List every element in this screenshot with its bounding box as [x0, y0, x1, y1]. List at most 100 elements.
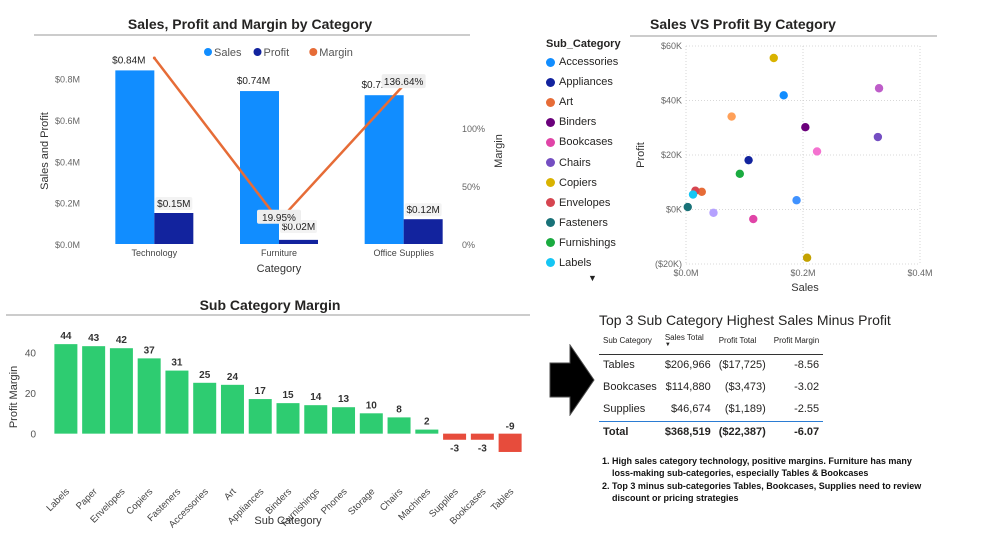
margin-bar — [415, 429, 439, 434]
scatter-point-chairs — [873, 132, 883, 142]
legend-dot-icon — [546, 97, 555, 107]
legend-item-art[interactable]: Art — [546, 92, 638, 112]
legend-item-label: Fasteners — [559, 216, 608, 229]
legend-item-label: Bookcases — [559, 136, 613, 149]
y-tick-label: $60K — [661, 41, 682, 51]
legend-item-envelopes[interactable]: Envelopes — [546, 193, 638, 213]
column-header-profit-total[interactable]: Profit Total — [714, 330, 770, 355]
y-tick-label: $0.0M — [55, 240, 80, 250]
scatter-point-phones — [874, 84, 884, 93]
y-axis-title: Profit Margin — [8, 366, 20, 428]
table-row[interactable]: Supplies $46,674 ($1,189) -2.55 — [599, 399, 823, 422]
bar-data-label: 42 — [116, 335, 128, 346]
legend-item-fasteners[interactable]: Fasteners — [546, 213, 638, 233]
sort-descending-icon[interactable]: ▼ — [665, 342, 711, 348]
legend-dot-icon — [546, 117, 555, 127]
bar-data-label: -9 — [506, 422, 515, 433]
bar-data-label: 24 — [227, 372, 239, 383]
legend-item-copiers[interactable]: Copiers — [546, 173, 638, 193]
bar-data-label: -3 — [450, 444, 459, 455]
legend-item-furnishings[interactable]: Furnishings — [546, 233, 638, 253]
legend-item-bookcases[interactable]: Bookcases — [546, 132, 638, 152]
x-tick-label: Furniture — [261, 248, 297, 258]
legend-dot-icon — [546, 218, 555, 228]
scatter-point-machines — [792, 196, 801, 205]
x-tick-label: Storage — [346, 486, 377, 517]
legend-dot-icon — [546, 178, 555, 188]
column-header-sales-total[interactable]: Sales Total ▼ — [660, 330, 715, 355]
legend-dot-icon — [546, 57, 555, 67]
margin-bar — [82, 346, 106, 434]
sales-bar — [115, 70, 155, 245]
column-header-profit-margin[interactable]: Profit Margin — [769, 330, 824, 355]
subcategory-margin-chart[interactable]: 02040Profit Margin44Labels43Paper42Envel… — [0, 310, 540, 557]
scatter-point-accessories — [779, 91, 788, 100]
legend-item-label: Art — [559, 96, 574, 109]
y-tick-label: $0.2M — [55, 199, 80, 209]
legend-dot-icon — [546, 198, 555, 208]
y-tick-label: 0 — [30, 430, 36, 441]
y-tick-label: $0.4M — [55, 157, 80, 167]
table-cell: ($3,473) — [724, 381, 766, 393]
scatter-point-furnishings — [735, 169, 745, 179]
bar-data-label: 13 — [338, 394, 350, 405]
profit-data-label: $0.12M — [406, 205, 439, 216]
profit-bar — [279, 239, 318, 244]
top3-table-title: Top 3 Sub Category Highest Sales Minus P… — [599, 312, 891, 328]
legend-item-appliances[interactable]: Appliances — [546, 72, 638, 92]
y-tick-label: $0K — [666, 205, 682, 215]
sales-data-label: $0.74M — [237, 76, 270, 87]
table-total-row: Total $368,519 ($22,387) -6.07 — [599, 421, 824, 444]
legend-item-chairs[interactable]: Chairs — [546, 152, 638, 172]
insight-note: Top 3 minus sub-categories Tables, Bookc… — [612, 481, 932, 504]
margin-bar — [443, 433, 467, 440]
profit-data-label: $0.15M — [157, 199, 190, 210]
column-header-sub-category[interactable]: Sub Category — [599, 330, 661, 355]
table-total-cell: $368,519 — [660, 421, 715, 444]
scatter-point-supplies — [709, 208, 718, 217]
legend-item-label: Envelopes — [559, 196, 611, 209]
scatter-point-tables — [802, 253, 812, 262]
y-tick-label: $0.8M — [55, 75, 80, 85]
margin-bar — [304, 405, 328, 434]
table-row[interactable]: Bookcases $114,880 ($3,473) -3.02 — [599, 377, 823, 399]
sales-data-label: $0.84M — [112, 55, 145, 66]
legend-item-label: Labels — [559, 256, 592, 269]
table-cell: $114,880 — [665, 381, 711, 393]
x-axis-title: Category — [257, 263, 302, 275]
legend-item-binders[interactable]: Binders — [546, 112, 638, 132]
margin-bar — [54, 344, 78, 434]
y-tick-label: $0.6M — [55, 116, 80, 126]
y-tick-label: $40K — [661, 96, 682, 106]
table-cell: Supplies — [603, 403, 646, 415]
legend-dot-icon — [546, 77, 555, 87]
legend-item-labels[interactable]: Labels — [546, 253, 638, 273]
x-tick-label: Phones — [319, 486, 350, 517]
bar-data-label: 31 — [171, 358, 183, 369]
legend-marker-profit — [253, 48, 262, 56]
x-tick-label: $0.0M — [673, 268, 698, 278]
scatter-chart[interactable]: ($20K)$0K$20K$40K$60K$0.0M $0.2M $0.4MProf… — [630, 35, 940, 300]
y2-tick-label: 100% — [462, 124, 485, 134]
table-row[interactable]: Tables $206,966 ($17,725) -8.56 — [599, 355, 823, 378]
x-axis-title: Sub Category — [254, 515, 322, 527]
y-axis-title: Profit — [635, 142, 647, 168]
table-cell: -2.55 — [794, 403, 820, 415]
margin-bar — [165, 370, 189, 434]
top3-table: Sub Category Sales Total ▼ Profit Total P… — [599, 330, 824, 444]
table-cell: ($1,189) — [724, 403, 766, 415]
legend-label-profit: Profit — [264, 47, 290, 59]
scatter-point-bookcases — [749, 214, 758, 224]
margin-bar — [248, 399, 272, 434]
x-tick-label: Art — [222, 486, 239, 503]
scatter-legend[interactable]: Sub_Category Accessories Appliances Art Bin… — [546, 38, 638, 293]
legend-marker-sales — [204, 48, 212, 56]
margin-data-label: 19.95% — [262, 213, 296, 224]
table-cell: ($17,725) — [718, 359, 766, 371]
legend-item-accessories[interactable]: Accessories — [546, 52, 638, 72]
right-arrow-icon — [549, 344, 595, 416]
profit-bar — [154, 213, 194, 244]
combo-chart[interactable]: Sales Profit Margin $0.0M $0.2M $0.4M $0.6M $0.… — [0, 30, 520, 280]
margin-bar — [276, 403, 300, 434]
bar-data-label: 2 — [424, 417, 430, 428]
